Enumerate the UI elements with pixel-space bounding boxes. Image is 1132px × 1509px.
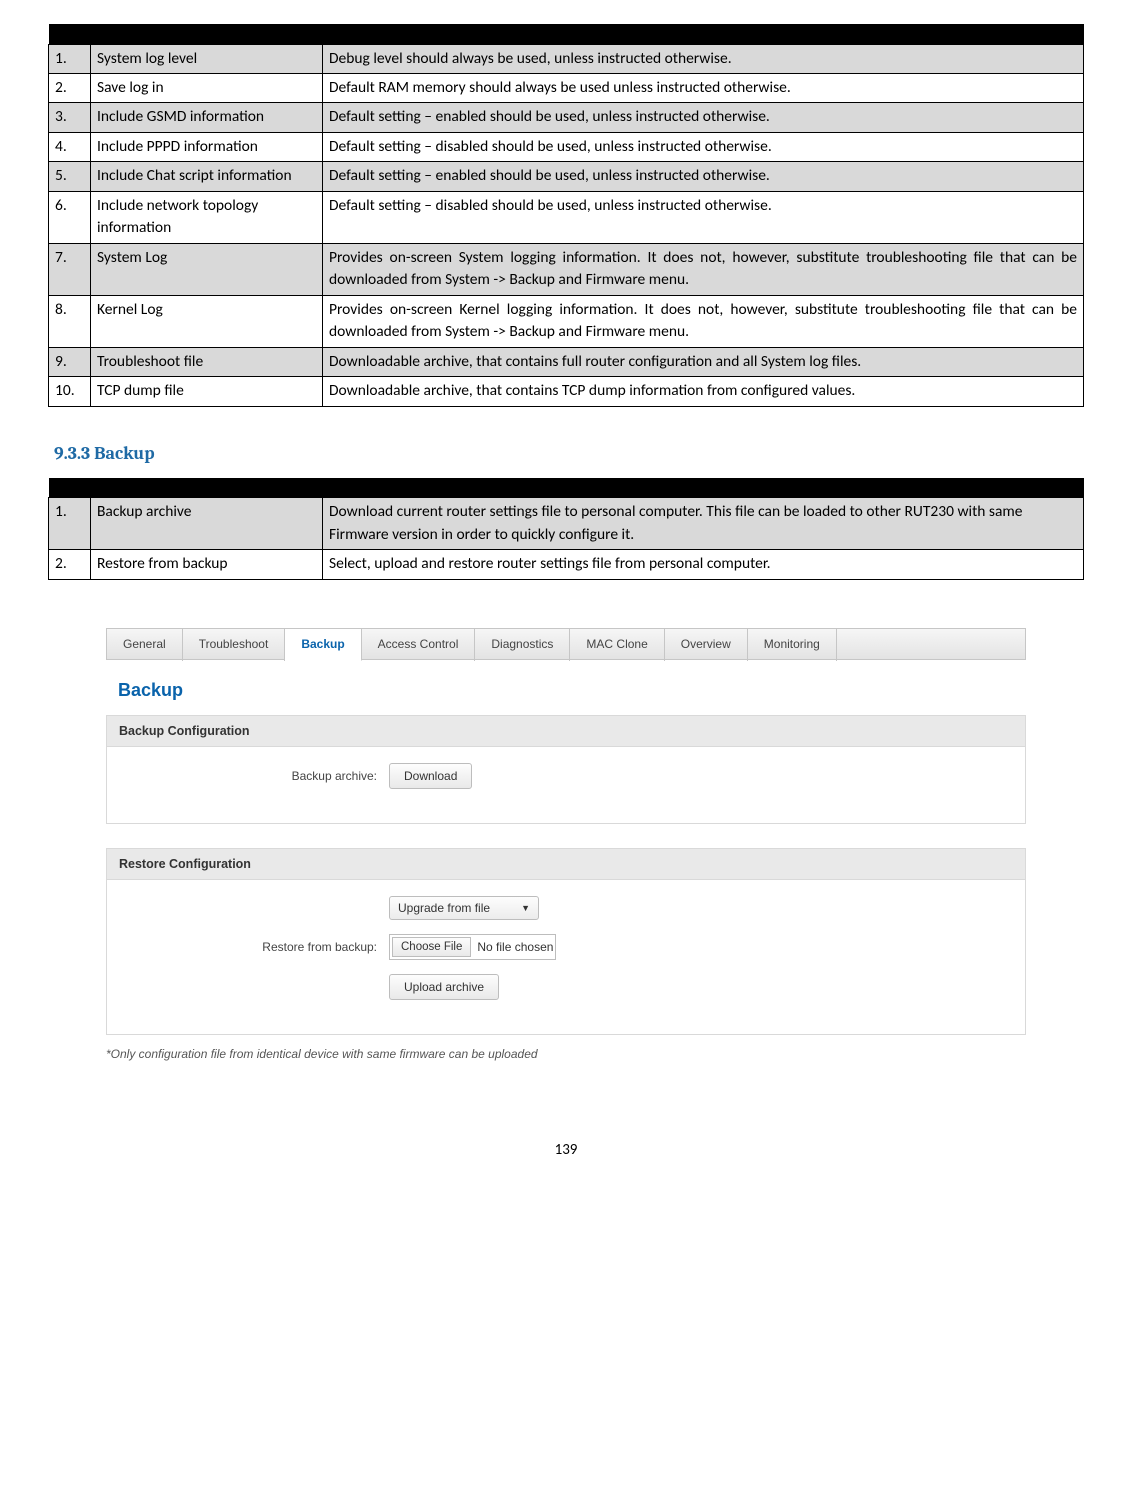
restore-from-backup-label: Restore from backup: — [119, 940, 389, 954]
file-input[interactable]: Choose File No file chosen — [389, 934, 556, 960]
page-number: 139 — [48, 1141, 1084, 1159]
row-name: System log level — [91, 44, 323, 73]
row-explanation: Provides on-screen Kernel logging inform… — [323, 295, 1084, 347]
chevron-down-icon: ▼ — [521, 903, 530, 913]
backup-config-panel: Backup Configuration Backup archive: Dow… — [106, 715, 1026, 824]
row-explanation: Default setting – disabled should be use… — [323, 132, 1084, 161]
row-number: 2. — [49, 73, 91, 102]
row-number: 1. — [49, 498, 91, 550]
row-number: 10. — [49, 377, 91, 406]
table-row: 4.Include PPPD informationDefault settin… — [49, 132, 1084, 161]
row-name: Include network topology information — [91, 191, 323, 243]
row-explanation: Select, upload and restore router settin… — [323, 550, 1084, 579]
file-input-status: No file chosen — [477, 940, 553, 954]
table-row: 6.Include network topology informationDe… — [49, 191, 1084, 243]
table-row: 2.Restore from backupSelect, upload and … — [49, 550, 1084, 579]
tab-overview[interactable]: Overview — [665, 629, 748, 661]
tab-backup[interactable]: Backup — [285, 629, 361, 661]
row-name: Include PPPD information — [91, 132, 323, 161]
row-number: 2. — [49, 550, 91, 579]
table-row: 1.System log levelDebug level should alw… — [49, 44, 1084, 73]
row-name: Save log in — [91, 73, 323, 102]
row-explanation: Provides on-screen System logging inform… — [323, 243, 1084, 295]
troubleshoot-table: 1.System log levelDebug level should alw… — [48, 24, 1084, 407]
table-row: 3.Include GSMD informationDefault settin… — [49, 103, 1084, 132]
download-button[interactable]: Download — [389, 763, 472, 789]
upload-archive-button[interactable]: Upload archive — [389, 974, 499, 1000]
row-explanation: Debug level should always be used, unles… — [323, 44, 1084, 73]
select-value: Upgrade from file — [398, 901, 490, 915]
row-number: 4. — [49, 132, 91, 161]
row-name: Include GSMD information — [91, 103, 323, 132]
table-row: 5.Include Chat script informationDefault… — [49, 162, 1084, 191]
table-row: 2.Save log inDefault RAM memory should a… — [49, 73, 1084, 102]
row-number: 1. — [49, 44, 91, 73]
row-explanation: Default setting – disabled should be use… — [323, 191, 1084, 243]
panel-title: Backup Configuration — [107, 716, 1025, 747]
row-number: 6. — [49, 191, 91, 243]
row-name: Backup archive — [91, 498, 323, 550]
row-name: Include Chat script information — [91, 162, 323, 191]
row-name: Troubleshoot file — [91, 347, 323, 376]
tab-troubleshoot[interactable]: Troubleshoot — [183, 629, 286, 661]
row-name: TCP dump file — [91, 377, 323, 406]
backup-archive-label: Backup archive: — [119, 769, 389, 783]
page-title: Backup — [118, 680, 1026, 701]
table-row: 7.System LogProvides on-screen System lo… — [49, 243, 1084, 295]
backup-ui-screenshot: GeneralTroubleshootBackupAccess ControlD… — [106, 628, 1026, 1061]
table-row: 9.Troubleshoot fileDownloadable archive,… — [49, 347, 1084, 376]
row-explanation: Default setting – enabled should be used… — [323, 103, 1084, 132]
row-number: 3. — [49, 103, 91, 132]
row-name: System Log — [91, 243, 323, 295]
table-row: 10.TCP dump fileDownloadable archive, th… — [49, 377, 1084, 406]
tab-access-control[interactable]: Access Control — [362, 629, 476, 661]
row-number: 7. — [49, 243, 91, 295]
tab-mac-clone[interactable]: MAC Clone — [570, 629, 664, 661]
row-number: 9. — [49, 347, 91, 376]
row-number: 5. — [49, 162, 91, 191]
row-name: Restore from backup — [91, 550, 323, 579]
row-explanation: Downloadable archive, that contains full… — [323, 347, 1084, 376]
section-heading: 9.3.3 Backup — [54, 443, 1084, 464]
row-explanation: Default setting – enabled should be used… — [323, 162, 1084, 191]
row-name: Kernel Log — [91, 295, 323, 347]
upgrade-source-select[interactable]: Upgrade from file ▼ — [389, 896, 539, 920]
backup-table: 1.Backup archiveDownload current router … — [48, 478, 1084, 580]
table-row: 8.Kernel LogProvides on-screen Kernel lo… — [49, 295, 1084, 347]
tab-general[interactable]: General — [107, 629, 183, 661]
tab-bar: GeneralTroubleshootBackupAccess ControlD… — [106, 628, 1026, 660]
panel-title: Restore Configuration — [107, 849, 1025, 880]
tab-diagnostics[interactable]: Diagnostics — [475, 629, 570, 661]
restore-config-panel: Restore Configuration Upgrade from file … — [106, 848, 1026, 1035]
row-explanation: Download current router settings file to… — [323, 498, 1084, 550]
upload-footnote: *Only configuration file from identical … — [106, 1047, 1026, 1061]
row-explanation: Downloadable archive, that contains TCP … — [323, 377, 1084, 406]
table-row: 1.Backup archiveDownload current router … — [49, 498, 1084, 550]
choose-file-button[interactable]: Choose File — [392, 937, 471, 957]
tab-monitoring[interactable]: Monitoring — [748, 629, 837, 661]
row-number: 8. — [49, 295, 91, 347]
row-explanation: Default RAM memory should always be used… — [323, 73, 1084, 102]
